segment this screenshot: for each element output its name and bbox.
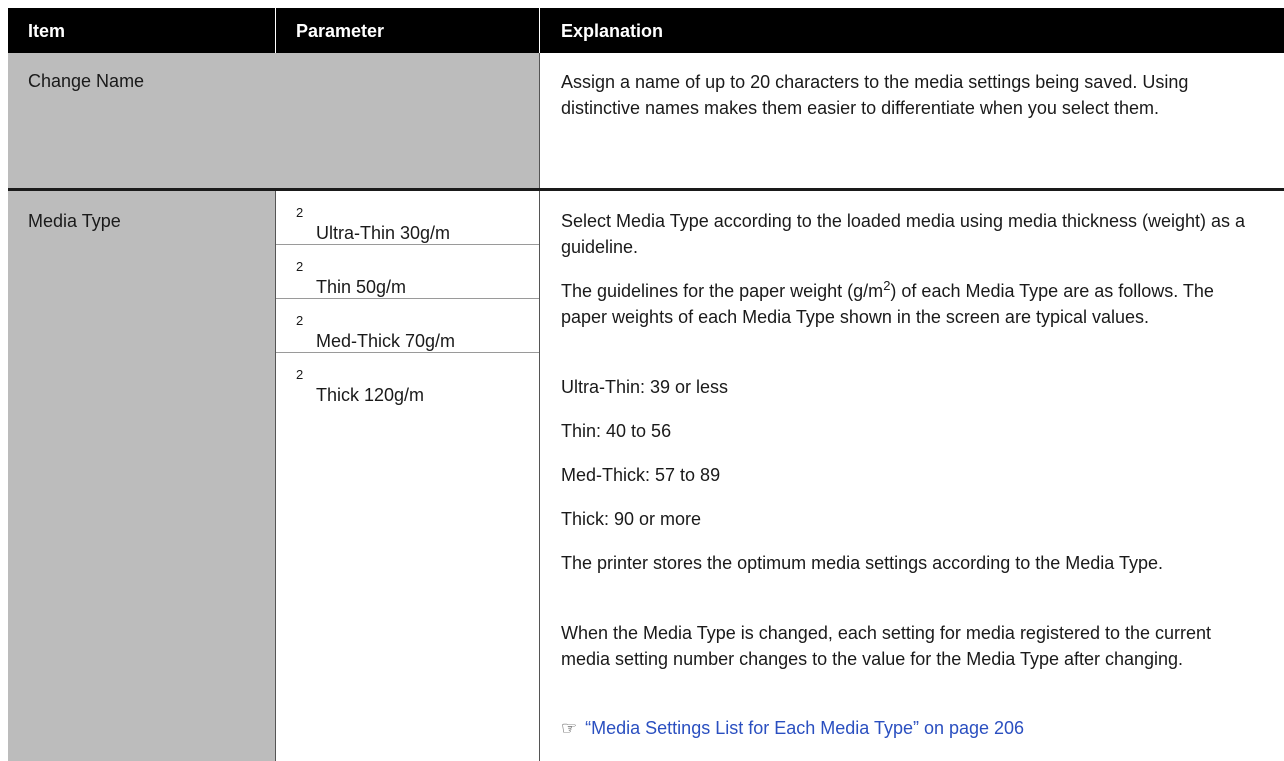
cross-reference: ☞ “Media Settings List for Each Media Typ… (561, 715, 1261, 741)
column-divider (539, 53, 540, 188)
param-label: Med-Thick 70g/m (316, 331, 456, 351)
pointing-hand-icon: ☞ (561, 718, 578, 738)
param-thin: Thin 50g/m 2 (276, 245, 539, 299)
header-divider (275, 8, 276, 53)
item-label: Media Type (28, 211, 121, 231)
explanation-paragraph-1: Select Media Type according to the loade… (561, 211, 1246, 257)
table-header: Item Parameter Explanation (8, 8, 1284, 53)
param-sup: 2 (296, 205, 304, 220)
media-settings-table: Item Parameter Explanation Change Name A… (8, 8, 1284, 761)
item-cell-media-type: Media Type (8, 191, 275, 761)
header-explanation: Explanation (561, 21, 664, 41)
param-med-thick: Med-Thick 70g/m 2 (276, 299, 539, 353)
guideline-med-thick: Med-Thick: 57 to 89 (561, 465, 721, 485)
item-cell-change-name: Change Name (8, 53, 539, 188)
column-divider (539, 191, 540, 761)
param-ultra-thin: Ultra-Thin 30g/m 2 (276, 191, 539, 245)
explanation-cell-change-name: Assign a name of up to 20 characters to … (561, 72, 1189, 118)
item-label: Change Name (28, 71, 145, 91)
param-sup: 2 (296, 259, 304, 274)
table-row-change-name: Change Name Assign a name of up to 20 ch… (8, 53, 1284, 191)
param-label: Thin 50g/m (316, 277, 407, 297)
header-parameter: Parameter (296, 21, 385, 41)
guideline-ultra-thin: Ultra-Thin: 39 or less (561, 377, 729, 397)
guideline-thin: Thin: 40 to 56 (561, 421, 672, 441)
param-label: Ultra-Thin 30g/m (316, 223, 451, 243)
explanation-paragraph-4: When the Media Type is changed, each set… (561, 623, 1212, 669)
table-row-media-type: Media Type Ultra-Thin 30g/m 2 Thin 50g/m 2… (8, 191, 1284, 761)
param-sup: 2 (296, 367, 304, 382)
explanation-paragraph-2: The guidelines for the paper weight (g/m… (561, 278, 1214, 327)
guideline-thick: Thick: 90 or more (561, 509, 702, 529)
header-divider (539, 8, 540, 53)
cross-reference-link[interactable]: “Media Settings List for Each Media Type… (585, 718, 1024, 738)
param-label: Thick 120g/m (316, 385, 425, 405)
explanation-paragraph-3: The printer stores the optimum media set… (561, 553, 1163, 573)
param-sup: 2 (296, 313, 304, 328)
param-thick: Thick 120g/m 2 (276, 353, 539, 407)
header-item: Item (28, 21, 66, 41)
